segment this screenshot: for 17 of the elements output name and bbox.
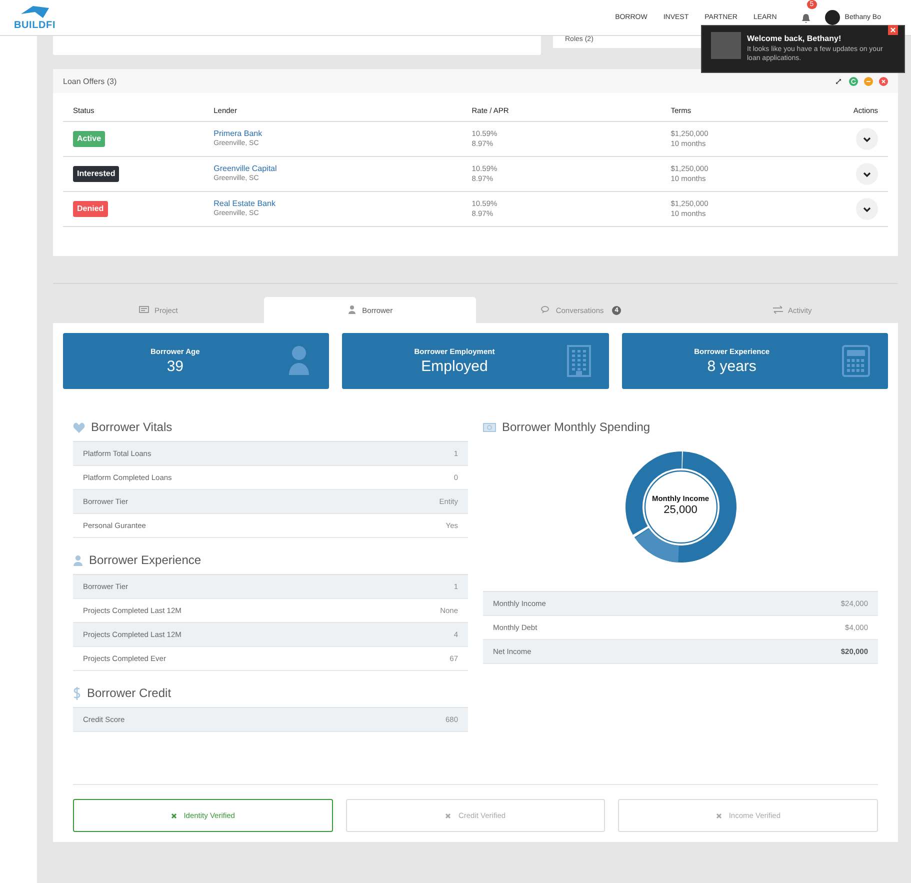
toast-title: Welcome back, Bethany!	[747, 34, 842, 43]
section-title: Borrower Monthly Spending	[502, 420, 650, 434]
lender-link[interactable]: Real Estate Bank	[214, 199, 452, 209]
stat-value: 39	[166, 358, 184, 375]
section-title: Borrower Credit	[87, 686, 172, 700]
status-badge: Interested	[73, 166, 120, 182]
lender-link[interactable]: Greenville Capital	[214, 164, 452, 174]
status-badge: Denied	[73, 201, 108, 217]
panel-title: Loan Offers (3)	[63, 76, 117, 86]
donut-value: 25,000	[664, 504, 698, 516]
section-title: Borrower Vitals	[91, 420, 172, 434]
section-title: Borrower Experience	[89, 553, 202, 567]
stat-value: Employed	[421, 358, 488, 375]
stat-value: 8 years	[707, 358, 756, 375]
status-badge: Active	[73, 131, 106, 147]
logo-text[interactable]: BUILDFI	[14, 20, 56, 31]
lender-link[interactable]: Primera Bank	[214, 129, 452, 139]
